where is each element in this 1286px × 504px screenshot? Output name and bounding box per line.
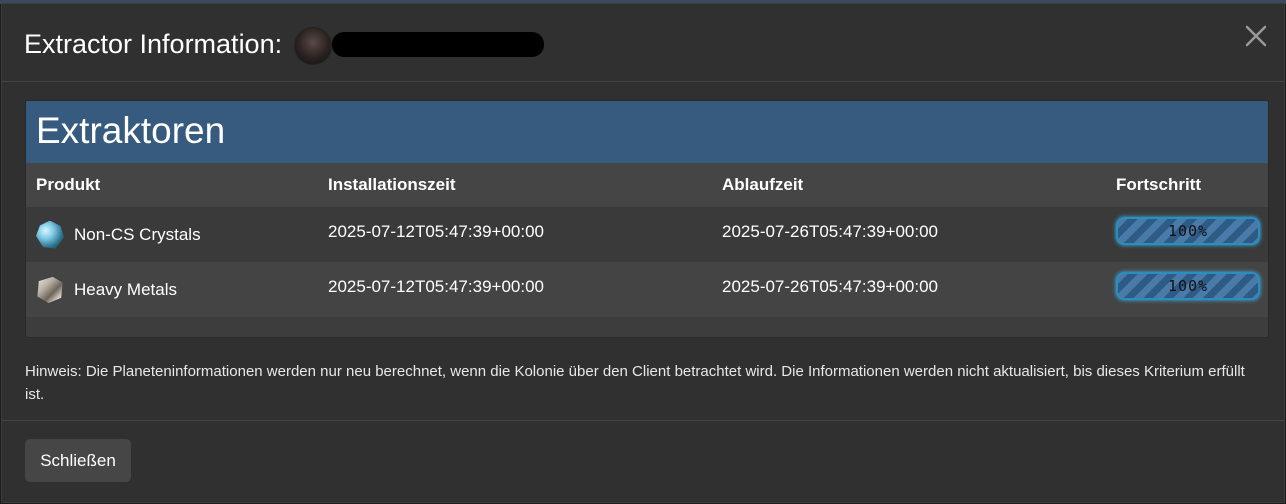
panel-heading: Extraktoren <box>26 101 1268 163</box>
column-header-install-time: Installationszeit <box>328 163 722 207</box>
metal-icon <box>37 276 63 303</box>
progress-label: 100% <box>1167 221 1209 240</box>
progress-bar: 100% <box>1116 216 1260 245</box>
table-header-row: Produkt Installationszeit Ablaufzeit For… <box>26 163 1268 207</box>
column-header-progress: Fortschritt <box>1116 163 1268 207</box>
redacted-character-name <box>332 32 544 57</box>
expiry-time: 2025-07-26T05:47:39+00:00 <box>722 276 938 296</box>
column-header-product: Produkt <box>26 163 328 207</box>
extractors-panel: Extraktoren Produkt Installationszeit Ab… <box>25 100 1269 338</box>
extractors-table: Produkt Installationszeit Ablaufzeit For… <box>26 163 1268 317</box>
crystal-icon <box>36 220 64 249</box>
table-row: Heavy Metals 2025-07-12T05:47:39+00:00 2… <box>26 262 1268 317</box>
extractor-info-modal: Extractor Information: Extraktoren Produ… <box>1 3 1285 503</box>
footer-divider <box>2 420 1284 421</box>
table-row: Non-CS Crystals 2025-07-12T05:47:39+00:0… <box>26 207 1268 262</box>
hint-note: Hinweis: Die Planeteninformationen werde… <box>25 363 1245 403</box>
progress-label: 100% <box>1167 276 1209 295</box>
close-button[interactable]: Schließen <box>25 439 131 482</box>
close-icon[interactable] <box>1242 22 1270 50</box>
product-cell: Non-CS Crystals <box>36 220 328 249</box>
modal-title: Extractor Information: <box>24 29 283 59</box>
product-name: Non-CS Crystals <box>74 224 201 244</box>
product-name: Heavy Metals <box>74 279 177 299</box>
character-avatar <box>294 27 332 65</box>
modal-header: Extractor Information: <box>2 4 1284 82</box>
product-cell: Heavy Metals <box>36 276 328 304</box>
panel-title: Extraktoren <box>36 110 226 151</box>
progress-bar: 100% <box>1116 271 1260 300</box>
expiry-time: 2025-07-26T05:47:39+00:00 <box>722 221 938 241</box>
install-time: 2025-07-12T05:47:39+00:00 <box>328 276 544 296</box>
install-time: 2025-07-12T05:47:39+00:00 <box>328 221 544 241</box>
column-header-expiry-time: Ablaufzeit <box>722 163 1116 207</box>
